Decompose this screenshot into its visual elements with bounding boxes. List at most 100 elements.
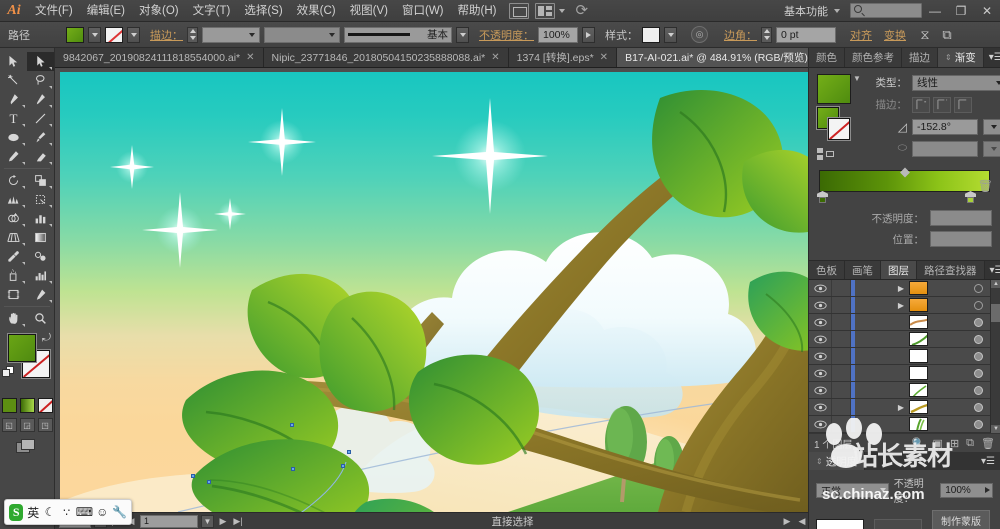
brush-definition-dropdown[interactable] [456, 26, 469, 43]
fill-dropdown[interactable] [88, 26, 101, 43]
variable-width-profile-field[interactable] [264, 26, 340, 43]
delete-stop-icon[interactable]: 🗑 [978, 179, 993, 193]
target-indicator[interactable] [966, 419, 990, 429]
recolor-artwork-icon[interactable]: ◎ [691, 26, 708, 43]
tool-width[interactable] [0, 190, 27, 209]
ime-mode-label[interactable]: 英 [26, 504, 40, 521]
menu-object[interactable]: 对象(O) [132, 0, 186, 22]
visibility-icon[interactable] [809, 318, 831, 327]
gradient-type-select[interactable]: 线性 [912, 74, 1000, 91]
target-indicator[interactable] [966, 402, 990, 412]
layers-panel-menu-icon[interactable]: ▾☰ [985, 261, 1000, 279]
gradient-stroke-swatch[interactable] [828, 118, 850, 140]
visibility-icon[interactable] [809, 386, 831, 395]
visibility-icon[interactable] [809, 352, 831, 361]
minimize-button[interactable]: — [922, 0, 948, 22]
chevron-down-icon[interactable] [559, 8, 566, 13]
tool-column-graph[interactable] [27, 209, 54, 228]
status-menu-icon[interactable]: ▶ [781, 516, 793, 527]
tool-perspective-grid[interactable] [0, 228, 27, 247]
menu-file[interactable]: 文件(F) [28, 0, 80, 22]
default-fill-stroke-icon[interactable] [2, 366, 15, 379]
tool-zoom[interactable] [27, 309, 54, 328]
close-icon[interactable]: ✕ [600, 52, 608, 63]
document-tab-2[interactable]: Nipic_23771846_20180504150235888088.ai* … [263, 48, 509, 67]
screen-mode-button[interactable] [0, 439, 54, 454]
menu-edit[interactable]: 编辑(E) [80, 0, 132, 22]
panel-menu-icon[interactable]: ▾☰ [984, 48, 1000, 67]
opacity-dropdown[interactable] [582, 26, 595, 43]
scroll-left-icon[interactable]: ◀ [796, 516, 808, 527]
stroke-across-button[interactable] [954, 96, 972, 113]
scroll-down-icon[interactable]: ▼ [991, 425, 1000, 433]
gradient-preview-thumb[interactable] [817, 74, 851, 104]
layer-thumbnail[interactable] [909, 383, 928, 397]
document-tab-1[interactable]: 9842067_20190824111818554000.ai* ✕ [55, 48, 264, 67]
transform-button[interactable]: 变换 [884, 27, 906, 43]
gradient-presets-chevron-icon[interactable]: ▼ [853, 74, 861, 83]
reverse-gradient-icon[interactable] [817, 147, 835, 161]
layer-thumbnail[interactable] [909, 400, 928, 414]
blend-mode-select[interactable]: 正常 [816, 482, 889, 498]
graphic-style-dropdown[interactable] [664, 26, 677, 43]
layers-scrollbar[interactable]: ▲ ▼ [990, 280, 1000, 433]
layer-row[interactable]: ▶ [809, 280, 990, 297]
stroke-weight-stepper[interactable] [187, 26, 198, 43]
tool-lasso[interactable] [27, 71, 54, 90]
tool-symbol-sprayer[interactable] [0, 266, 27, 285]
ime-settings-icon[interactable]: 🔧 [112, 505, 127, 519]
tool-selection[interactable] [0, 52, 27, 71]
draw-normal-button[interactable]: ◱ [1, 418, 17, 432]
anchor-point[interactable] [191, 474, 195, 478]
layer-row[interactable]: ▶ [809, 399, 990, 416]
none-mode-button[interactable] [37, 398, 53, 413]
artboard-dropdown-icon[interactable]: ▼ [201, 514, 214, 528]
gradient-angle-dropdown[interactable] [983, 118, 1000, 135]
locate-object-icon[interactable]: 🔍 [912, 437, 926, 450]
tab-pathfinder[interactable]: 路径查找器 [917, 261, 985, 279]
layer-row[interactable] [809, 331, 990, 348]
corner-label[interactable]: 边角： [724, 27, 757, 43]
layer-row[interactable] [809, 348, 990, 365]
gradient-aspect-input[interactable] [912, 140, 978, 157]
isolate-selected-icon[interactable]: ⧖ [916, 27, 934, 43]
tool-line-segment[interactable] [27, 109, 54, 128]
tool-hand[interactable] [0, 309, 27, 328]
color-mode-button[interactable] [1, 398, 17, 413]
opacity-input[interactable]: 100% [538, 26, 578, 43]
tab-color[interactable]: 颜色 [809, 48, 845, 67]
fill-swatch[interactable] [66, 26, 84, 43]
visibility-icon[interactable] [809, 284, 831, 293]
draw-behind-button[interactable]: ◲ [19, 418, 35, 432]
menu-effect[interactable]: 效果(C) [290, 0, 343, 22]
last-artboard-icon[interactable]: ▶| [232, 516, 244, 527]
scroll-thumb[interactable] [991, 304, 1000, 322]
align-button[interactable]: 对齐 [850, 27, 872, 43]
gradient-opacity-input[interactable] [930, 210, 992, 226]
layer-thumbnail[interactable] [909, 332, 928, 346]
visibility-icon[interactable] [809, 335, 831, 344]
lock-toggle[interactable] [831, 348, 851, 364]
create-sublayer-icon[interactable]: ⊞ [950, 437, 959, 450]
gradient-location-input[interactable] [930, 231, 992, 247]
current-tool-status[interactable]: 直接选择 [247, 514, 778, 529]
expand-layer-icon[interactable]: ▶ [893, 284, 909, 293]
stroke-weight-label[interactable]: 描边： [150, 27, 183, 43]
tool-curvature[interactable] [27, 90, 54, 109]
tab-gradient[interactable]: ⇕ 渐变 [938, 48, 984, 67]
target-indicator[interactable] [966, 385, 990, 395]
tool-blend[interactable] [27, 247, 54, 266]
canvas-area[interactable] [55, 68, 808, 512]
tab-transparency[interactable]: ⇕ 透明度 [809, 452, 866, 470]
tool-shape-builder[interactable] [0, 209, 27, 228]
tool-scale[interactable] [27, 171, 54, 190]
layer-row[interactable] [809, 382, 990, 399]
layer-thumbnail[interactable] [909, 366, 928, 380]
visibility-icon[interactable] [809, 369, 831, 378]
layer-row[interactable]: ▶ [809, 297, 990, 314]
graphic-style-swatch[interactable] [642, 26, 660, 43]
layer-thumbnail[interactable] [909, 281, 928, 295]
anchor-point[interactable] [347, 450, 351, 454]
ime-toolbar[interactable]: S 英 ☾ ∵ ⌨ ☺ 🔧 [4, 499, 132, 525]
stroke-weight-field[interactable] [202, 26, 260, 43]
